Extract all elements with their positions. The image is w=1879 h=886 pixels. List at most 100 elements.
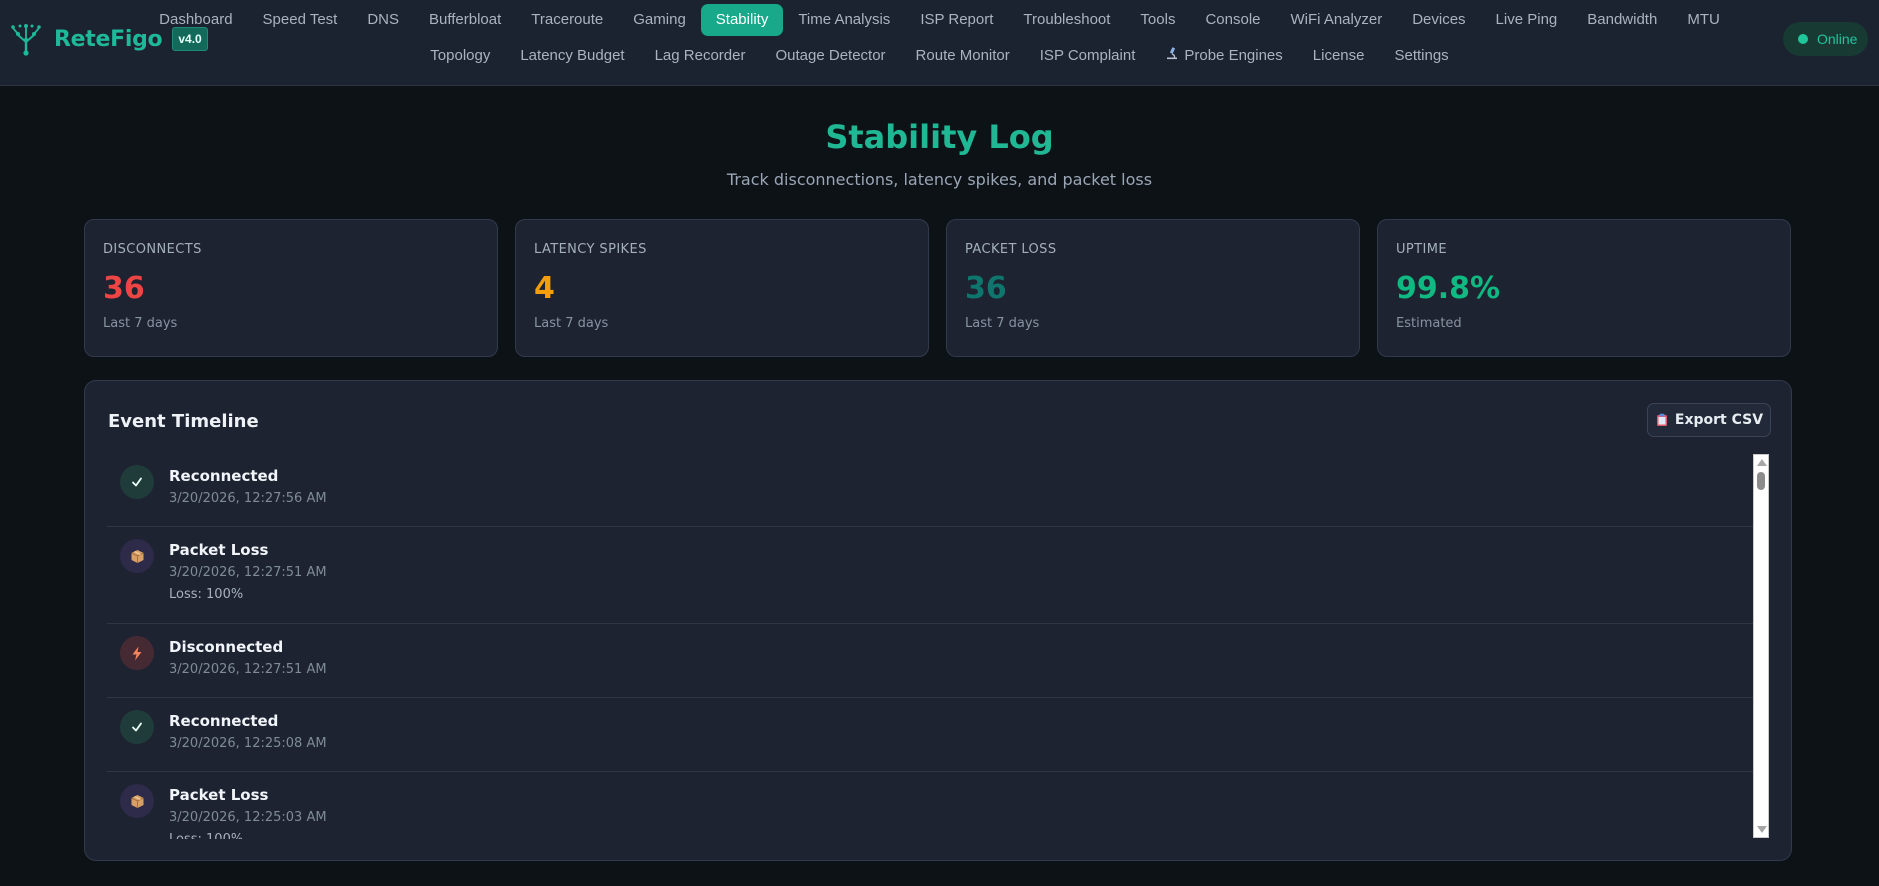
status-badge: Online bbox=[1783, 22, 1868, 56]
nav-item-speed-test[interactable]: Speed Test bbox=[248, 4, 353, 36]
nav-item-label: Dashboard bbox=[159, 11, 233, 28]
stat-label: UPTIME bbox=[1396, 242, 1447, 257]
page-subtitle: Track disconnections, latency spikes, an… bbox=[726, 170, 1153, 189]
nav-item-isp-report[interactable]: ISP Report bbox=[905, 4, 1008, 36]
nav-item-probe-engines[interactable]: Probe Engines bbox=[1150, 40, 1297, 72]
panel-title: Event Timeline bbox=[108, 411, 259, 432]
event-title: Reconnected bbox=[169, 712, 279, 730]
nav-item-label: Time Analysis bbox=[798, 11, 891, 28]
stat-footnote: Estimated bbox=[1396, 316, 1462, 331]
nav-item-label: Speed Test bbox=[262, 11, 338, 28]
event-item-reconnected: Reconnected 3/20/2026, 12:25:08 AM bbox=[107, 698, 1769, 772]
nav-item-dashboard[interactable]: Dashboard bbox=[144, 4, 247, 36]
event-timestamp: 3/20/2026, 12:25:03 AM bbox=[169, 810, 327, 825]
nav-item-label: DNS bbox=[367, 11, 399, 28]
event-title: Packet Loss bbox=[169, 786, 269, 804]
nav-item-label: ISP Report bbox=[920, 11, 994, 28]
event-title: Disconnected bbox=[169, 638, 284, 656]
stat-footnote: Last 7 days bbox=[965, 316, 1040, 331]
nav-item-label: Probe Engines bbox=[1184, 47, 1283, 64]
nav-item-troubleshoot[interactable]: Troubleshoot bbox=[1008, 4, 1125, 36]
nav-item-stability[interactable]: Stability bbox=[700, 4, 784, 36]
nav-item-lag-recorder[interactable]: Lag Recorder bbox=[640, 40, 761, 72]
event-timestamp: 3/20/2026, 12:27:51 AM bbox=[169, 662, 327, 677]
event-title: Reconnected bbox=[169, 467, 279, 485]
stat-label: DISCONNECTS bbox=[103, 242, 202, 257]
nav-item-label: Traceroute bbox=[531, 11, 604, 28]
nav-item-settings[interactable]: Settings bbox=[1379, 40, 1463, 72]
nav-item-label: Tools bbox=[1140, 11, 1176, 28]
nav-item-bandwidth[interactable]: Bandwidth bbox=[1572, 4, 1672, 36]
package-icon bbox=[120, 784, 154, 818]
nav-item-outage-detector[interactable]: Outage Detector bbox=[760, 40, 900, 72]
nav-item-label: Lag Recorder bbox=[654, 47, 746, 64]
nav-item-dns[interactable]: DNS bbox=[352, 4, 414, 36]
timeline-scrollbar[interactable] bbox=[1753, 454, 1769, 838]
nav-item-label: Devices bbox=[1412, 11, 1466, 28]
nav-item-label: Route Monitor bbox=[915, 47, 1010, 64]
event-timestamp: 3/20/2026, 12:25:08 AM bbox=[169, 736, 327, 751]
nav-item-license[interactable]: License bbox=[1298, 40, 1380, 72]
stat-label: LATENCY SPIKES bbox=[534, 242, 647, 257]
stat-value: 36 bbox=[103, 271, 145, 306]
status-label: Online bbox=[1817, 31, 1858, 47]
nav-item-traceroute[interactable]: Traceroute bbox=[516, 4, 618, 36]
event-timestamp: 3/20/2026, 12:27:51 AM bbox=[169, 565, 327, 580]
event-item-reconnected: Reconnected 3/20/2026, 12:27:56 AM bbox=[107, 453, 1769, 527]
event-detail: Loss: 100% bbox=[169, 832, 1769, 839]
nav-item-label: Settings bbox=[1394, 47, 1449, 64]
nav-item-topology[interactable]: Topology bbox=[415, 40, 505, 72]
nav-item-route-monitor[interactable]: Route Monitor bbox=[901, 40, 1025, 72]
check-icon bbox=[120, 465, 154, 499]
package-icon bbox=[120, 539, 154, 573]
scroll-down-arrow-icon[interactable] bbox=[1757, 826, 1767, 833]
export-csv-label: Export CSV bbox=[1674, 412, 1764, 428]
nav-item-label: Live Ping bbox=[1495, 11, 1558, 28]
nav-item-label: WiFi Analyzer bbox=[1290, 11, 1383, 28]
stat-card-disconnects: DISCONNECTS 36 Last 7 days bbox=[84, 219, 498, 357]
status-dot-icon bbox=[1798, 34, 1808, 44]
nav-item-label: Latency Budget bbox=[520, 47, 625, 64]
stat-label: PACKET LOSS bbox=[965, 242, 1057, 257]
event-item-disconnected: Disconnected 3/20/2026, 12:27:51 AM bbox=[107, 624, 1769, 698]
event-item-packet-loss: Packet Loss 3/20/2026, 12:27:51 AM Loss: 1… bbox=[107, 527, 1769, 624]
event-item-packet-loss: Packet Loss 3/20/2026, 12:25:03 AM Loss: 1… bbox=[107, 772, 1769, 839]
stat-card-latency-spikes: LATENCY SPIKES 4 Last 7 days bbox=[515, 219, 929, 357]
stat-footnote: Last 7 days bbox=[534, 316, 609, 331]
top-navbar: ReteFigo v4.0 Dashboard Speed Test DNS Buff… bbox=[0, 0, 1879, 86]
nav-item-label: Troubleshoot bbox=[1023, 11, 1111, 28]
microscope-icon bbox=[1165, 40, 1179, 72]
nav-item-label: Outage Detector bbox=[775, 47, 886, 64]
nav-item-wifi-analyzer[interactable]: WiFi Analyzer bbox=[1276, 4, 1398, 36]
nav-item-label: Bufferbloat bbox=[429, 11, 502, 28]
nav-item-time-analysis[interactable]: Time Analysis bbox=[783, 4, 905, 36]
nav-item-label: Topology bbox=[430, 47, 491, 64]
stat-value: 36 bbox=[965, 271, 1007, 306]
nav-item-label: Console bbox=[1205, 11, 1261, 28]
stat-value: 4 bbox=[534, 271, 555, 306]
nav-row-secondary: Topology Latency Budget Lag Recorder Outage… bbox=[0, 40, 1879, 72]
nav-row-primary: Dashboard Speed Test DNS Bufferbloat Tracero… bbox=[0, 4, 1879, 36]
nav-item-latency-budget[interactable]: Latency Budget bbox=[505, 40, 639, 72]
page-title: Stability Log bbox=[825, 118, 1054, 156]
nav-item-gaming[interactable]: Gaming bbox=[618, 4, 701, 36]
nav-item-tools[interactable]: Tools bbox=[1125, 4, 1190, 36]
event-title: Packet Loss bbox=[169, 541, 269, 559]
stat-card-packet-loss: PACKET LOSS 36 Last 7 days bbox=[946, 219, 1360, 357]
event-timestamp: 3/20/2026, 12:27:56 AM bbox=[169, 491, 327, 506]
event-list[interactable]: Reconnected 3/20/2026, 12:27:56 AM Packet … bbox=[107, 453, 1769, 839]
nav-item-mtu[interactable]: MTU bbox=[1672, 4, 1735, 36]
scroll-thumb[interactable] bbox=[1757, 472, 1765, 490]
check-icon bbox=[120, 710, 154, 744]
stat-value: 99.8% bbox=[1396, 271, 1501, 306]
scroll-up-arrow-icon[interactable] bbox=[1757, 459, 1767, 466]
nav-item-label: Gaming bbox=[633, 11, 686, 28]
nav-item-devices[interactable]: Devices bbox=[1397, 4, 1480, 36]
nav-item-live-ping[interactable]: Live Ping bbox=[1481, 4, 1573, 36]
nav-item-label: Bandwidth bbox=[1587, 11, 1658, 28]
nav-item-bufferbloat[interactable]: Bufferbloat bbox=[414, 4, 516, 36]
nav-item-isp-complaint[interactable]: ISP Complaint bbox=[1025, 40, 1151, 72]
nav-item-console[interactable]: Console bbox=[1190, 4, 1275, 36]
export-csv-button[interactable]: Export CSV bbox=[1647, 403, 1771, 437]
nav-item-label: MTU bbox=[1687, 11, 1720, 28]
